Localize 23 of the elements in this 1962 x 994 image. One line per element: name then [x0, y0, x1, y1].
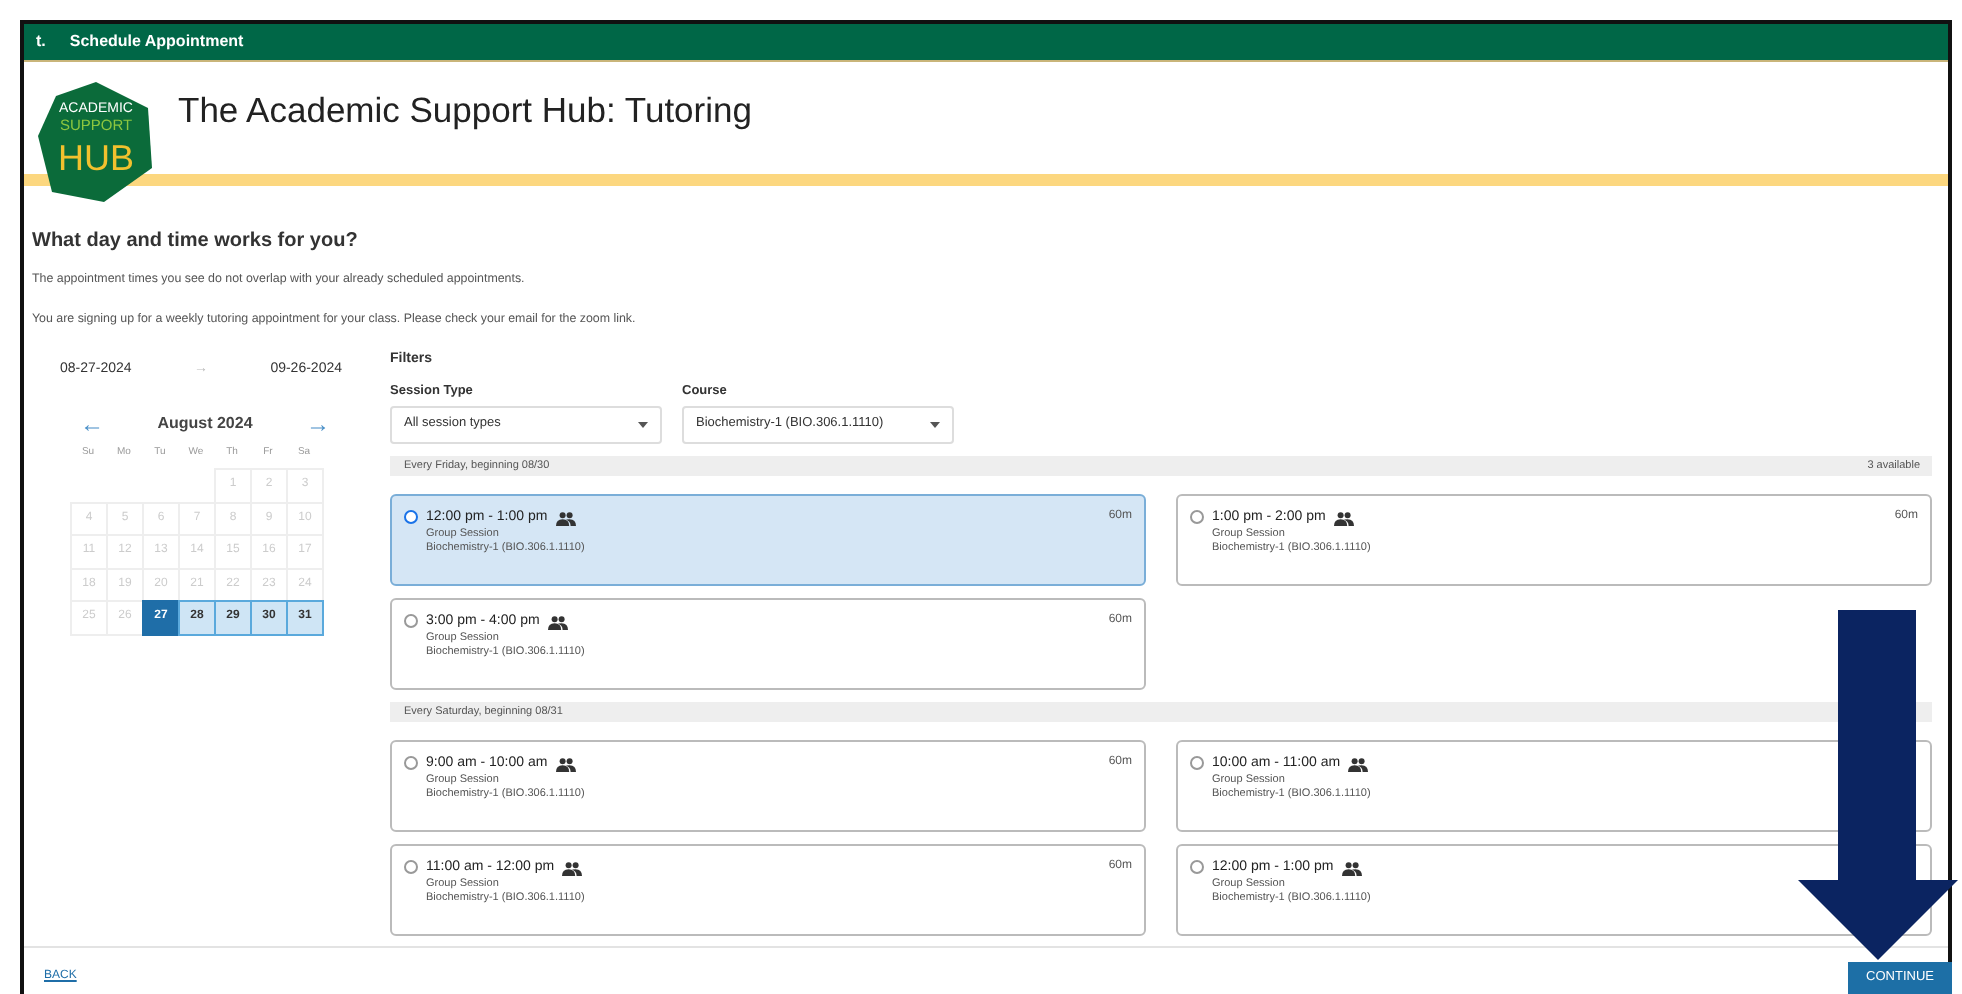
radio-button[interactable] — [404, 859, 418, 874]
radio-button[interactable] — [1190, 755, 1204, 770]
previous-month-button[interactable]: ← — [80, 412, 104, 437]
group-icon — [1348, 757, 1369, 772]
app-mark: t. — [36, 30, 46, 54]
radio-button[interactable] — [404, 613, 418, 628]
caret-icon — [638, 421, 648, 428]
group-icon — [547, 615, 568, 630]
caret-icon — [930, 421, 940, 428]
month-title: August 2024 — [157, 412, 253, 437]
radio-button[interactable] — [1190, 859, 1204, 874]
section-heading: What day and time works for you? — [32, 228, 360, 256]
next-month-button[interactable]: → — [305, 412, 330, 437]
page-title: The Academic Support Hub: Tutoring — [178, 90, 752, 132]
group-icon — [555, 757, 576, 772]
group-icon — [562, 861, 583, 876]
group-icon — [1341, 861, 1362, 876]
radio-button[interactable] — [1190, 509, 1204, 524]
radio-button[interactable] — [404, 755, 418, 770]
window-title: Schedule Appointment — [69, 30, 244, 54]
group-icon — [555, 511, 576, 526]
group-icon — [1333, 511, 1354, 526]
radio-button[interactable] — [404, 509, 418, 524]
